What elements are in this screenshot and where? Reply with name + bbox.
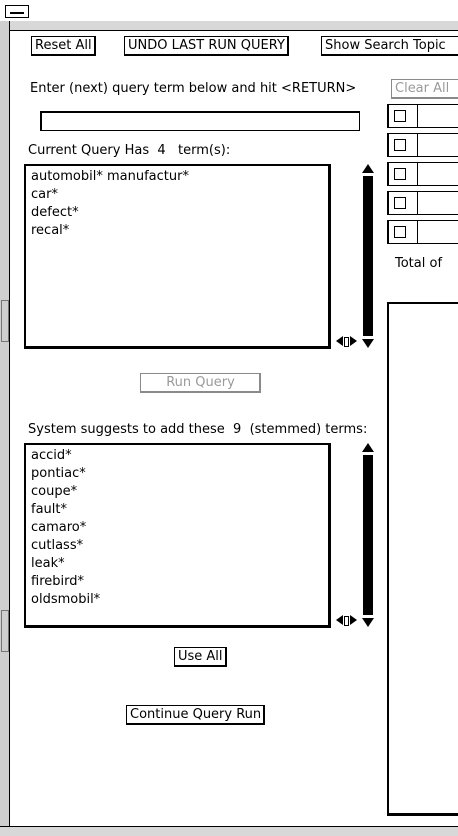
column-divider [417,192,418,214]
list-item[interactable]: automobil* manufactur* [31,168,323,186]
scroll-down-arrow-icon[interactable] [362,618,374,627]
list-item[interactable]: accid* [31,447,323,465]
checkbox-row[interactable] [387,220,458,244]
checkbox[interactable] [394,226,406,238]
total-of-label: Total of [395,256,443,271]
scroll-right-arrow-icon[interactable] [350,336,357,346]
list-item[interactable]: firebird* [31,573,323,591]
window-frame-top [0,21,458,31]
list-item[interactable]: pontiac* [31,465,323,483]
checkbox-row[interactable] [387,162,458,186]
suggested-terms-list[interactable]: accid* pontiac* coupe* fault* camaro* cu… [24,443,331,628]
scroll-up-arrow-icon[interactable] [362,443,374,452]
column-divider [417,221,418,243]
list-item[interactable]: camaro* [31,519,323,537]
current-query-horizontal-scroll[interactable] [334,335,360,347]
checkbox-row[interactable] [387,104,458,128]
run-query-button[interactable]: Run Query [140,373,261,393]
window-frame-left [0,21,10,835]
use-all-button[interactable]: Use All [174,647,227,667]
continue-query-run-button[interactable]: Continue Query Run [126,705,266,725]
window-menu-icon[interactable] [5,5,29,18]
current-query-scrollbar[interactable] [361,164,375,349]
checkbox[interactable] [394,110,406,122]
undo-last-run-query-button[interactable]: UNDO LAST RUN QUERY [124,36,289,56]
list-item[interactable]: defect* [31,204,323,222]
scrollbar-thumb[interactable] [363,176,373,336]
query-term-input[interactable] [40,111,360,131]
scroll-left-arrow-icon[interactable] [336,615,343,625]
checkbox-row[interactable] [387,191,458,215]
show-search-topic-button[interactable]: Show Search Topic [321,36,458,56]
scroll-down-arrow-icon[interactable] [362,339,374,348]
current-query-list[interactable]: automobil* manufactur* car* defect* reca… [24,164,331,349]
suggested-terms-horizontal-scroll[interactable] [334,614,360,626]
list-item[interactable]: cutlass* [31,537,323,555]
column-divider [417,134,418,156]
reset-all-button[interactable]: Reset All [31,36,96,56]
scroll-handle-icon[interactable] [344,616,349,626]
scroll-handle-icon[interactable] [344,337,349,347]
list-item[interactable]: leak* [31,555,323,573]
scroll-up-arrow-icon[interactable] [362,164,374,173]
scrollbar-thumb[interactable] [363,455,373,615]
frame-resize-handle[interactable] [1,610,9,652]
results-panel[interactable] [387,302,458,816]
list-item[interactable]: oldsmobil* [31,591,323,609]
suggested-terms-scrollbar[interactable] [361,443,375,628]
clear-all-button[interactable]: Clear All [391,79,458,99]
checkbox-row[interactable] [387,133,458,157]
suggestions-label: System suggests to add these 9 (stemmed)… [28,422,368,437]
checkbox[interactable] [394,168,406,180]
checkbox[interactable] [394,139,406,151]
scroll-left-arrow-icon[interactable] [336,336,343,346]
list-item[interactable]: car* [31,186,323,204]
scroll-right-arrow-icon[interactable] [350,615,357,625]
column-divider [417,105,418,127]
window-title-bar [0,0,458,22]
column-divider [417,163,418,185]
list-item[interactable]: recal* [31,222,323,240]
list-item[interactable]: coupe* [31,483,323,501]
current-query-label: Current Query Has 4 term(s): [28,143,231,158]
list-item[interactable]: fault* [31,501,323,519]
checkbox[interactable] [394,197,406,209]
frame-resize-handle[interactable] [1,300,9,342]
query-entry-instruction: Enter (next) query term below and hit <R… [30,81,357,96]
